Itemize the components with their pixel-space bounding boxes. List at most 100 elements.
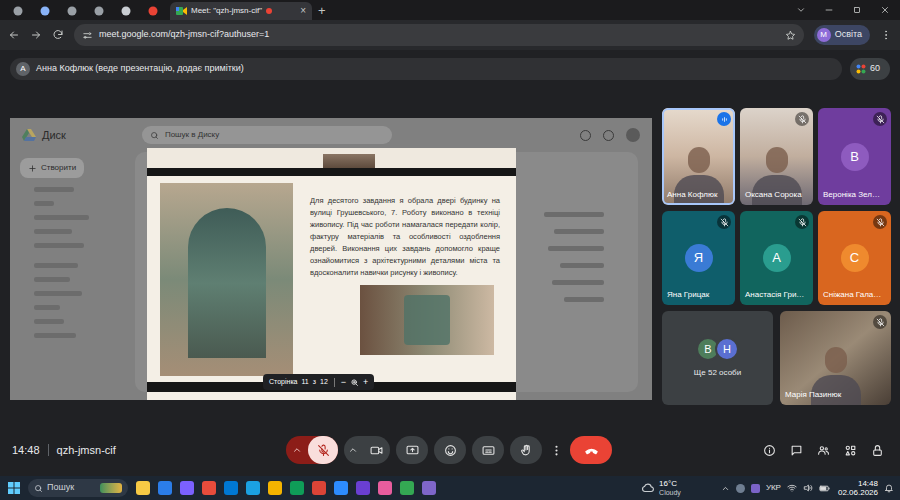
- help-icon[interactable]: [580, 130, 591, 141]
- sidebar-item[interactable]: [34, 243, 84, 248]
- browser-tab[interactable]: [139, 2, 166, 20]
- wifi-icon[interactable]: [787, 483, 797, 493]
- participant-tile[interactable]: ВНЩе 52 особи: [662, 311, 773, 405]
- reload-icon[interactable]: [52, 29, 64, 41]
- browser-tab[interactable]: [112, 2, 139, 20]
- tray-app-icon[interactable]: [751, 484, 760, 493]
- participant-tile[interactable]: ААнастасія Гри…: [740, 211, 813, 305]
- app-icon[interactable]: [290, 481, 304, 495]
- mic-off-icon[interactable]: [308, 436, 338, 464]
- clock[interactable]: 14:4802.06.2026: [838, 479, 878, 497]
- url-text[interactable]: meet.google.com/qzh-jmsn-cif?authuser=1: [99, 28, 269, 42]
- app-icon[interactable]: [136, 481, 150, 495]
- app-icon[interactable]: [400, 481, 414, 495]
- browser-tab[interactable]: [31, 2, 58, 20]
- participant-tile[interactable]: Оксана Сорока: [740, 108, 813, 205]
- weather-widget[interactable]: 16°CCloudy: [641, 479, 681, 497]
- tab-title: Meet: "qzh-jmsn-cif": [191, 5, 262, 17]
- browser-tab[interactable]: [85, 2, 112, 20]
- tray-app-icon[interactable]: [736, 484, 745, 493]
- zoom-in-button[interactable]: +: [363, 378, 368, 387]
- captions-icon[interactable]: [472, 436, 504, 464]
- profile-button[interactable]: MОсвіта: [814, 25, 870, 45]
- language-indicator[interactable]: УКР: [766, 482, 781, 494]
- chevron-up-icon[interactable]: [286, 445, 308, 455]
- participant-tile[interactable]: ССніжана Гала…: [818, 211, 891, 305]
- app-icon[interactable]: [422, 481, 436, 495]
- file-row[interactable]: [552, 280, 604, 285]
- minimize-icon[interactable]: [824, 5, 834, 15]
- app-icon[interactable]: [224, 481, 238, 495]
- file-row[interactable]: [564, 297, 604, 302]
- tab-search-icon[interactable]: [796, 5, 806, 15]
- zoom-icon[interactable]: [350, 378, 359, 387]
- app-icon[interactable]: [312, 481, 326, 495]
- bookmark-star-icon[interactable]: [785, 30, 796, 41]
- chat-icon[interactable]: [790, 444, 803, 457]
- account-avatar-icon[interactable]: [626, 128, 640, 142]
- camera-icon[interactable]: [362, 444, 390, 457]
- participant-tile[interactable]: ЯЯна Грицак: [662, 211, 735, 305]
- chevron-up-icon[interactable]: [344, 445, 362, 455]
- tab-close-button[interactable]: ×: [300, 6, 306, 16]
- people-icon[interactable]: [817, 444, 830, 457]
- windows-logo-icon[interactable]: [8, 482, 20, 494]
- host-controls-lock-icon[interactable]: [871, 444, 884, 457]
- activities-icon[interactable]: [844, 444, 857, 457]
- app-icon[interactable]: [334, 481, 348, 495]
- app-icon[interactable]: [378, 481, 392, 495]
- taskbar-search[interactable]: Пошук: [28, 479, 128, 497]
- app-icon[interactable]: [202, 481, 216, 495]
- info-icon[interactable]: [763, 444, 776, 457]
- zoom-out-button[interactable]: −: [341, 378, 346, 387]
- back-arrow-icon[interactable]: [8, 29, 20, 41]
- participant-tile[interactable]: Анна Кофлюк: [662, 108, 735, 205]
- participant-tile[interactable]: Марія Пазинюк: [780, 311, 891, 405]
- sidebar-item[interactable]: [34, 201, 54, 206]
- browser-tab[interactable]: Meet: "qzh-jmsn-cif" ×: [170, 2, 312, 20]
- browser-tab[interactable]: [4, 2, 31, 20]
- emoji-icon[interactable]: [434, 436, 466, 464]
- menu-kebab-icon[interactable]: [880, 29, 892, 41]
- app-icon[interactable]: [356, 481, 370, 495]
- chevron-up-icon[interactable]: [721, 484, 730, 493]
- app-icon[interactable]: [268, 481, 282, 495]
- participant-grid: Анна КофлюкОксана СорокаВВероніка Зел… ЯЯ…: [662, 108, 891, 408]
- file-row[interactable]: [560, 263, 604, 268]
- present-icon[interactable]: [396, 436, 428, 464]
- drive-search[interactable]: Пошук в Диску: [142, 126, 392, 144]
- browser-tab[interactable]: [58, 2, 85, 20]
- sidebar-item[interactable]: [34, 229, 72, 234]
- create-button[interactable]: Створити: [20, 158, 84, 178]
- sidebar-item[interactable]: [34, 215, 89, 220]
- app-icon[interactable]: [158, 481, 172, 495]
- sidebar-item[interactable]: [34, 263, 78, 268]
- sidebar-item[interactable]: [34, 305, 60, 310]
- new-tab-button[interactable]: +: [318, 4, 326, 17]
- sidebar-item[interactable]: [34, 291, 82, 296]
- battery-icon[interactable]: [819, 483, 830, 494]
- raise-hand-icon[interactable]: [510, 436, 542, 464]
- sidebar-item[interactable]: [34, 277, 70, 282]
- forward-arrow-icon[interactable]: [30, 29, 42, 41]
- settings-icon[interactable]: [603, 130, 614, 141]
- speaker-icon[interactable]: [803, 483, 813, 493]
- address-bar[interactable]: meet.google.com/qzh-jmsn-cif?authuser=1: [74, 24, 804, 46]
- app-icon[interactable]: [180, 481, 194, 495]
- sidebar-item[interactable]: [34, 319, 64, 324]
- app-icon[interactable]: [246, 481, 260, 495]
- notification-bell-icon[interactable]: [884, 483, 894, 493]
- participant-tile[interactable]: ВВероніка Зел…: [818, 108, 891, 205]
- file-row[interactable]: [544, 212, 604, 217]
- sidebar-item[interactable]: [34, 333, 76, 338]
- site-info-icon[interactable]: [82, 30, 93, 41]
- file-row[interactable]: [554, 229, 604, 234]
- file-row[interactable]: [548, 246, 604, 251]
- participants-button[interactable]: 60: [850, 58, 890, 80]
- more-options-icon[interactable]: [548, 436, 564, 464]
- sidebar-item[interactable]: [34, 187, 74, 192]
- maximize-icon[interactable]: [852, 5, 862, 15]
- close-window-icon[interactable]: [880, 5, 890, 15]
- page-current[interactable]: 11: [302, 377, 309, 388]
- hang-up-icon[interactable]: [570, 436, 612, 464]
